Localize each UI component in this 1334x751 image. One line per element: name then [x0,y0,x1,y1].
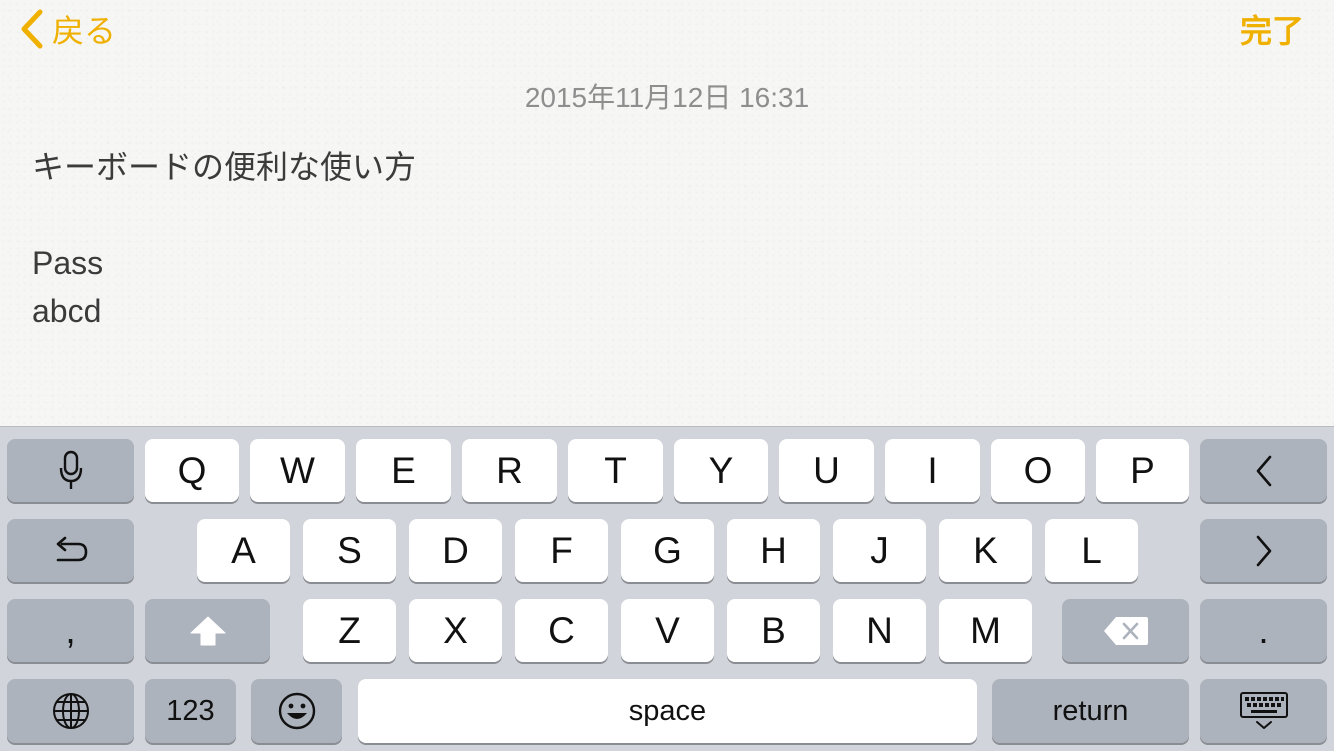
key-g[interactable]: G [621,519,714,582]
comma-key[interactable]: , [7,599,134,662]
note-line: abcd [32,293,102,329]
key-i[interactable]: I [885,439,980,502]
key-k[interactable]: K [939,519,1032,582]
shift-icon [190,616,225,645]
keyboard: Q W E R T Y U I O P A S D F G H J K L , … [0,426,1334,751]
chevron-left-icon [21,9,43,49]
done-button[interactable]: 完了 [1240,8,1304,50]
emoji-icon [278,692,315,730]
numbers-key[interactable]: 123 [145,679,236,743]
key-f[interactable]: F [515,519,608,582]
key-c[interactable]: C [515,599,608,662]
key-s[interactable]: S [303,519,396,582]
key-h[interactable]: H [727,519,820,582]
cursor-right-icon [1256,535,1271,566]
period-key[interactable]: . [1200,599,1327,662]
note-body[interactable]: キーボードの便利な使い方 Pass abcd [32,143,416,335]
key-o[interactable]: O [991,439,1085,502]
emoji-key[interactable] [251,679,342,743]
cursor-left-key[interactable] [1200,439,1327,502]
dictation-key[interactable] [7,439,134,502]
key-e[interactable]: E [356,439,451,502]
space-key[interactable]: space [358,679,977,743]
cursor-left-icon [1256,455,1271,486]
back-button[interactable]: 戻る [18,8,116,50]
keyboard-dismiss-icon [1239,692,1288,729]
key-v[interactable]: V [621,599,714,662]
return-key[interactable]: return [992,679,1189,743]
key-n[interactable]: N [833,599,926,662]
note-line: Pass [32,245,104,281]
key-r[interactable]: R [462,439,557,502]
key-p[interactable]: P [1096,439,1189,502]
cursor-right-key[interactable] [1200,519,1327,582]
key-z[interactable]: Z [303,599,396,662]
key-l[interactable]: L [1045,519,1138,582]
delete-key[interactable] [1062,599,1189,662]
back-button-label: 戻る [52,13,117,49]
shift-key[interactable] [145,599,270,662]
microphone-icon [59,450,82,489]
key-a[interactable]: A [197,519,290,582]
note-line [32,191,416,239]
undo-icon [56,536,87,561]
key-j[interactable]: J [833,519,926,582]
note-view: 戻る 完了 2015年11月12日 16:31 キーボードの便利な使い方 Pas… [0,0,1334,426]
key-t[interactable]: T [568,439,663,502]
key-m[interactable]: M [939,599,1032,662]
globe-key[interactable] [7,679,134,743]
key-w[interactable]: W [250,439,345,502]
key-b[interactable]: B [727,599,820,662]
undo-key[interactable] [7,519,134,582]
key-x[interactable]: X [409,599,502,662]
hide-keyboard-key[interactable] [1200,679,1327,743]
note-line: キーボードの便利な使い方 [32,149,417,185]
key-q[interactable]: Q [145,439,239,502]
key-u[interactable]: U [779,439,874,502]
globe-icon [52,693,89,729]
note-date: 2015年11月12日 16:31 [524,82,810,113]
key-d[interactable]: D [409,519,502,582]
key-y[interactable]: Y [674,439,768,502]
backspace-icon [1103,616,1148,645]
